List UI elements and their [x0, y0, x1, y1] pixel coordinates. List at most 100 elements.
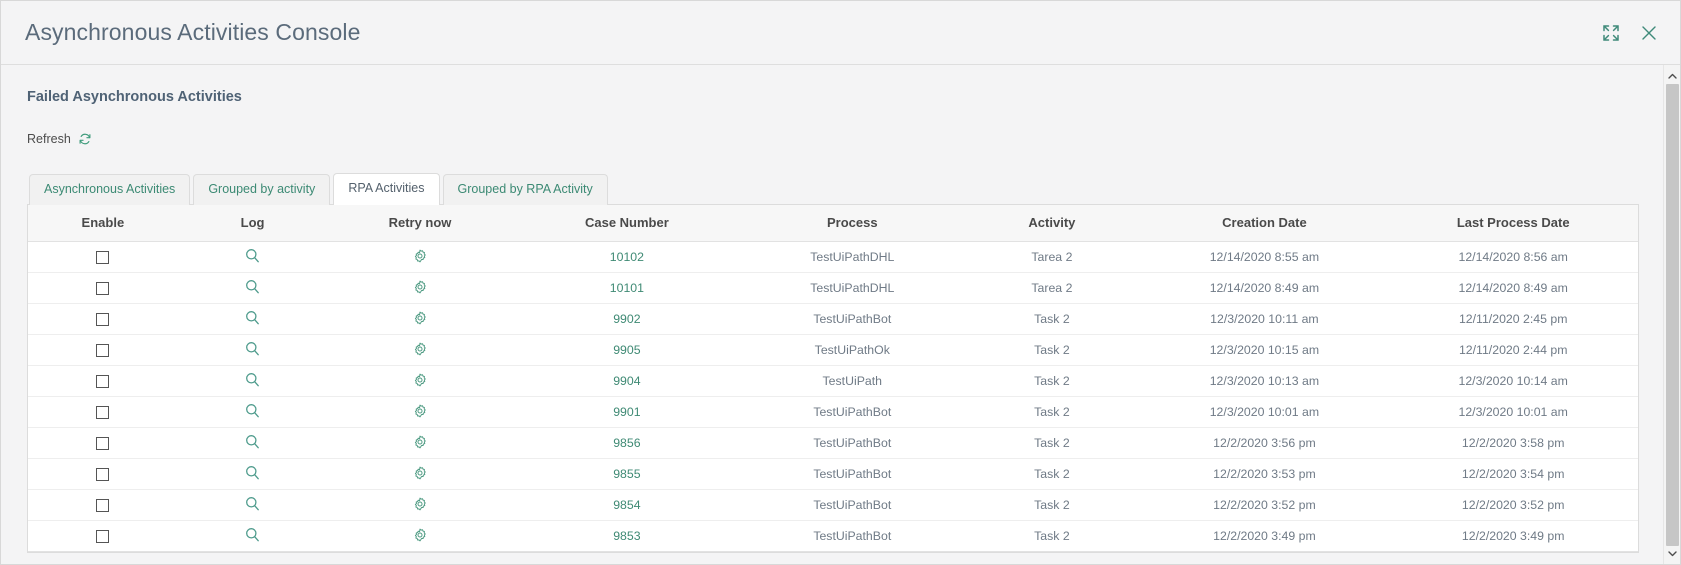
cell-process: TestUiPathBot	[741, 489, 964, 521]
rpa-activities-table-card: Enable Log Retry now Case Number Process…	[27, 204, 1639, 553]
enable-checkbox[interactable]	[96, 251, 110, 265]
case-number-link[interactable]: 10102	[610, 250, 644, 264]
cell-creation-date: 12/2/2020 3:49 pm	[1140, 520, 1389, 552]
cell-creation-date: 12/2/2020 3:52 pm	[1140, 489, 1389, 521]
search-icon[interactable]	[245, 372, 260, 387]
enable-checkbox[interactable]	[96, 468, 110, 482]
close-icon[interactable]	[1640, 24, 1658, 42]
case-number-link[interactable]: 9853	[613, 529, 640, 543]
table-row: 10101 TestUiPathDHL Tarea 2 12/14/2020 8:49…	[28, 272, 1638, 304]
search-icon[interactable]	[245, 341, 260, 356]
case-number-link[interactable]: 9856	[613, 436, 640, 450]
cell-last-process-date: 12/14/2020 8:56 am	[1388, 241, 1638, 273]
case-number-link[interactable]: 9855	[613, 467, 640, 481]
cell-last-process-date: 12/2/2020 3:49 pm	[1388, 520, 1638, 552]
table-header-row: Enable Log Retry now Case Number Process…	[28, 205, 1638, 242]
cell-last-process-date: 12/2/2020 3:54 pm	[1388, 458, 1638, 490]
enable-checkbox[interactable]	[96, 437, 110, 451]
table-row: 9855 TestUiPathBot Task 2 12/2/2020 3:53 pm…	[28, 458, 1638, 490]
cell-activity: Task 2	[963, 334, 1141, 366]
tab-rpa-activities[interactable]: RPA Activities	[333, 173, 440, 205]
expand-icon[interactable]	[1602, 24, 1620, 42]
cell-activity: Task 2	[963, 396, 1141, 428]
cell-creation-date: 12/2/2020 3:56 pm	[1140, 427, 1389, 459]
search-icon[interactable]	[245, 403, 260, 418]
table-body: 10102 TestUiPathDHL Tarea 2 12/14/2020 8:55…	[28, 241, 1638, 552]
table-row: 9856 TestUiPathBot Task 2 12/2/2020 3:56 pm…	[28, 427, 1638, 459]
cell-last-process-date: 12/11/2020 2:44 pm	[1388, 334, 1638, 366]
gear-icon[interactable]	[413, 311, 427, 325]
cell-retry	[327, 334, 513, 366]
cell-case-number: 9905	[512, 334, 742, 366]
case-number-link[interactable]: 9854	[613, 498, 640, 512]
cell-enable	[28, 396, 178, 428]
gear-icon[interactable]	[413, 528, 427, 542]
search-icon[interactable]	[245, 465, 260, 480]
scroll-up-icon[interactable]	[1664, 68, 1681, 84]
cell-activity: Tarea 2	[963, 241, 1141, 273]
cell-case-number: 9901	[512, 396, 742, 428]
column-header-case-number: Case Number	[512, 205, 742, 242]
case-number-link[interactable]: 9904	[613, 374, 640, 388]
cell-case-number: 10102	[512, 241, 742, 273]
column-header-last-process-date: Last Process Date	[1388, 205, 1638, 242]
gear-icon[interactable]	[413, 373, 427, 387]
table-row: 9905 TestUiPathOk Task 2 12/3/2020 10:15 am…	[28, 334, 1638, 366]
cell-log	[177, 396, 328, 428]
tab-grouped-by-activity[interactable]: Grouped by activity	[193, 174, 331, 205]
cell-retry	[327, 396, 513, 428]
case-number-link[interactable]: 9905	[613, 343, 640, 357]
enable-checkbox[interactable]	[96, 344, 110, 358]
cell-activity: Tarea 2	[963, 272, 1141, 304]
case-number-link[interactable]: 10101	[610, 281, 644, 295]
gear-icon[interactable]	[413, 435, 427, 449]
gear-icon[interactable]	[413, 497, 427, 511]
search-icon[interactable]	[245, 434, 260, 449]
search-icon[interactable]	[245, 248, 260, 263]
cell-creation-date: 12/2/2020 3:53 pm	[1140, 458, 1389, 490]
table-row: 10102 TestUiPathDHL Tarea 2 12/14/2020 8:55…	[28, 241, 1638, 273]
gear-icon[interactable]	[413, 280, 427, 294]
cell-case-number: 9904	[512, 365, 742, 397]
scroll-down-icon[interactable]	[1664, 546, 1681, 562]
cell-enable	[28, 241, 178, 273]
cell-retry	[327, 458, 513, 490]
cell-retry	[327, 427, 513, 459]
gear-icon[interactable]	[413, 466, 427, 480]
cell-last-process-date: 12/3/2020 10:14 am	[1388, 365, 1638, 397]
refresh-button[interactable]: Refresh	[27, 132, 92, 146]
gear-icon[interactable]	[413, 342, 427, 356]
table-row: 9902 TestUiPathBot Task 2 12/3/2020 10:11 a…	[28, 303, 1638, 335]
enable-checkbox[interactable]	[96, 375, 110, 389]
cell-log	[177, 458, 328, 490]
enable-checkbox[interactable]	[96, 313, 110, 327]
search-icon[interactable]	[245, 527, 260, 542]
tab-asynchronous-activities[interactable]: Asynchronous Activities	[29, 174, 191, 205]
case-number-link[interactable]: 9901	[613, 405, 640, 419]
column-header-enable: Enable	[28, 205, 178, 242]
cell-process: TestUiPathBot	[741, 303, 964, 335]
enable-checkbox[interactable]	[96, 406, 110, 420]
enable-checkbox[interactable]	[96, 530, 110, 544]
search-icon[interactable]	[245, 310, 260, 325]
case-number-link[interactable]: 9902	[613, 312, 640, 326]
table-row: 9904 TestUiPath Task 2 12/3/2020 10:13 am 12…	[28, 365, 1638, 397]
cell-creation-date: 12/3/2020 10:11 am	[1140, 303, 1389, 335]
cell-process: TestUiPathBot	[741, 458, 964, 490]
enable-checkbox[interactable]	[96, 282, 110, 296]
tab-grouped-by-rpa-activity[interactable]: Grouped by RPA Activity	[442, 174, 608, 205]
cell-retry	[327, 241, 513, 273]
window-body: Failed Asynchronous Activities Refresh A…	[1, 65, 1680, 564]
cell-log	[177, 365, 328, 397]
cell-enable	[28, 365, 178, 397]
column-header-log: Log	[177, 205, 328, 242]
cell-enable	[28, 303, 178, 335]
scrollbar-track[interactable]	[1665, 84, 1679, 546]
gear-icon[interactable]	[413, 404, 427, 418]
scrollbar-thumb[interactable]	[1665, 84, 1679, 546]
enable-checkbox[interactable]	[96, 499, 110, 513]
vertical-scrollbar[interactable]	[1663, 65, 1680, 564]
search-icon[interactable]	[245, 496, 260, 511]
gear-icon[interactable]	[413, 249, 427, 263]
search-icon[interactable]	[245, 279, 260, 294]
